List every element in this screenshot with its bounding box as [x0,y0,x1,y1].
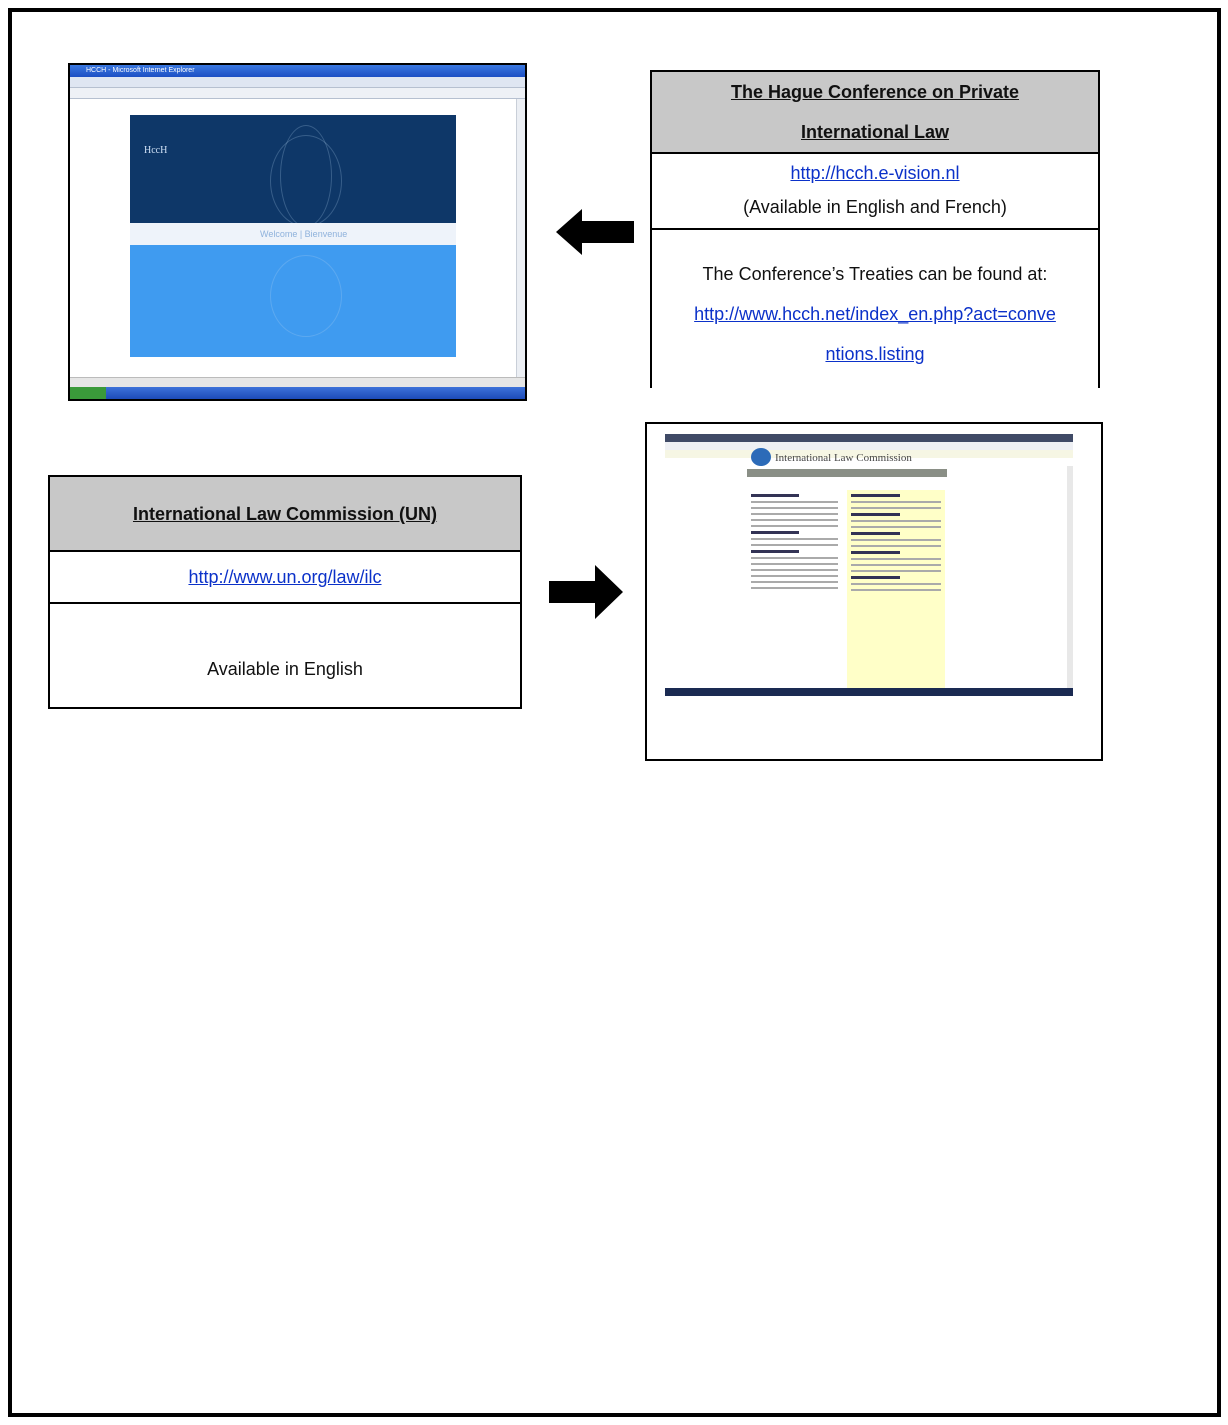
start-button [70,387,106,399]
hague-title: The Hague Conference on Private Internat… [652,72,1098,154]
address-bar [70,77,525,88]
ilc-website-link[interactable]: http://www.un.org/law/ilc [188,567,381,587]
welcome-text: Welcome | Bienvenue [260,229,348,239]
ilc-site-nav [747,469,947,477]
scrollbar [516,99,525,378]
hcch-logo: HccH [144,145,168,156]
arrow-right-icon [549,565,623,619]
hague-conference-box: The Hague Conference on Private Internat… [650,70,1100,388]
hague-title-line: The Hague Conference on Private [730,82,1020,102]
hcch-welcome-strip: Welcome | Bienvenue [130,223,456,245]
hague-availability: (Available in English and French) [743,197,1007,217]
hague-website-link[interactable]: http://hcch.e-vision.nl [790,163,959,183]
address-bar [665,442,1073,450]
ilc-title: International Law Commission (UN) [50,477,520,552]
globe-graphic [280,125,332,227]
arrow-left-icon [556,209,634,255]
hague-treaties-link[interactable]: http://www.hcch.net/index_en.php?act=con… [694,304,1056,324]
taskbar [70,387,525,399]
hague-treaties-section: The Conference’s Treaties can be found a… [652,230,1098,374]
ilc-site-header: International Law Commission [775,452,912,464]
hague-treaties-link[interactable]: ntions.listing [825,344,924,364]
hague-treaties-text: The Conference’s Treaties can be found a… [702,264,1048,284]
ilc-box: International Law Commission (UN) http:/… [48,475,522,709]
scrollbar [1067,466,1073,688]
globe-graphic [270,255,342,337]
browser-tabs [665,434,1073,442]
ilc-main-column [747,490,842,680]
status-bar [70,377,525,387]
hague-title-line: International Law [800,122,950,142]
ilc-website-screenshot: International Law Commission [645,422,1103,761]
hcch-lower-panel [130,245,456,357]
taskbar [665,688,1073,696]
window-title: HCCH - Microsoft Internet Explorer [70,65,525,77]
hcch-website-screenshot: HCCH - Microsoft Internet Explorer HccH … [68,63,527,401]
ilc-availability: Available in English [207,659,363,679]
hcch-banner: HccH [130,115,456,227]
ilc-link-row: http://www.un.org/law/ilc [50,552,520,604]
hague-link-row: http://hcch.e-vision.nl (Available in En… [652,154,1098,230]
un-emblem-icon [751,448,771,466]
ilc-sidebar [847,490,945,690]
favorites-bar [70,88,525,99]
